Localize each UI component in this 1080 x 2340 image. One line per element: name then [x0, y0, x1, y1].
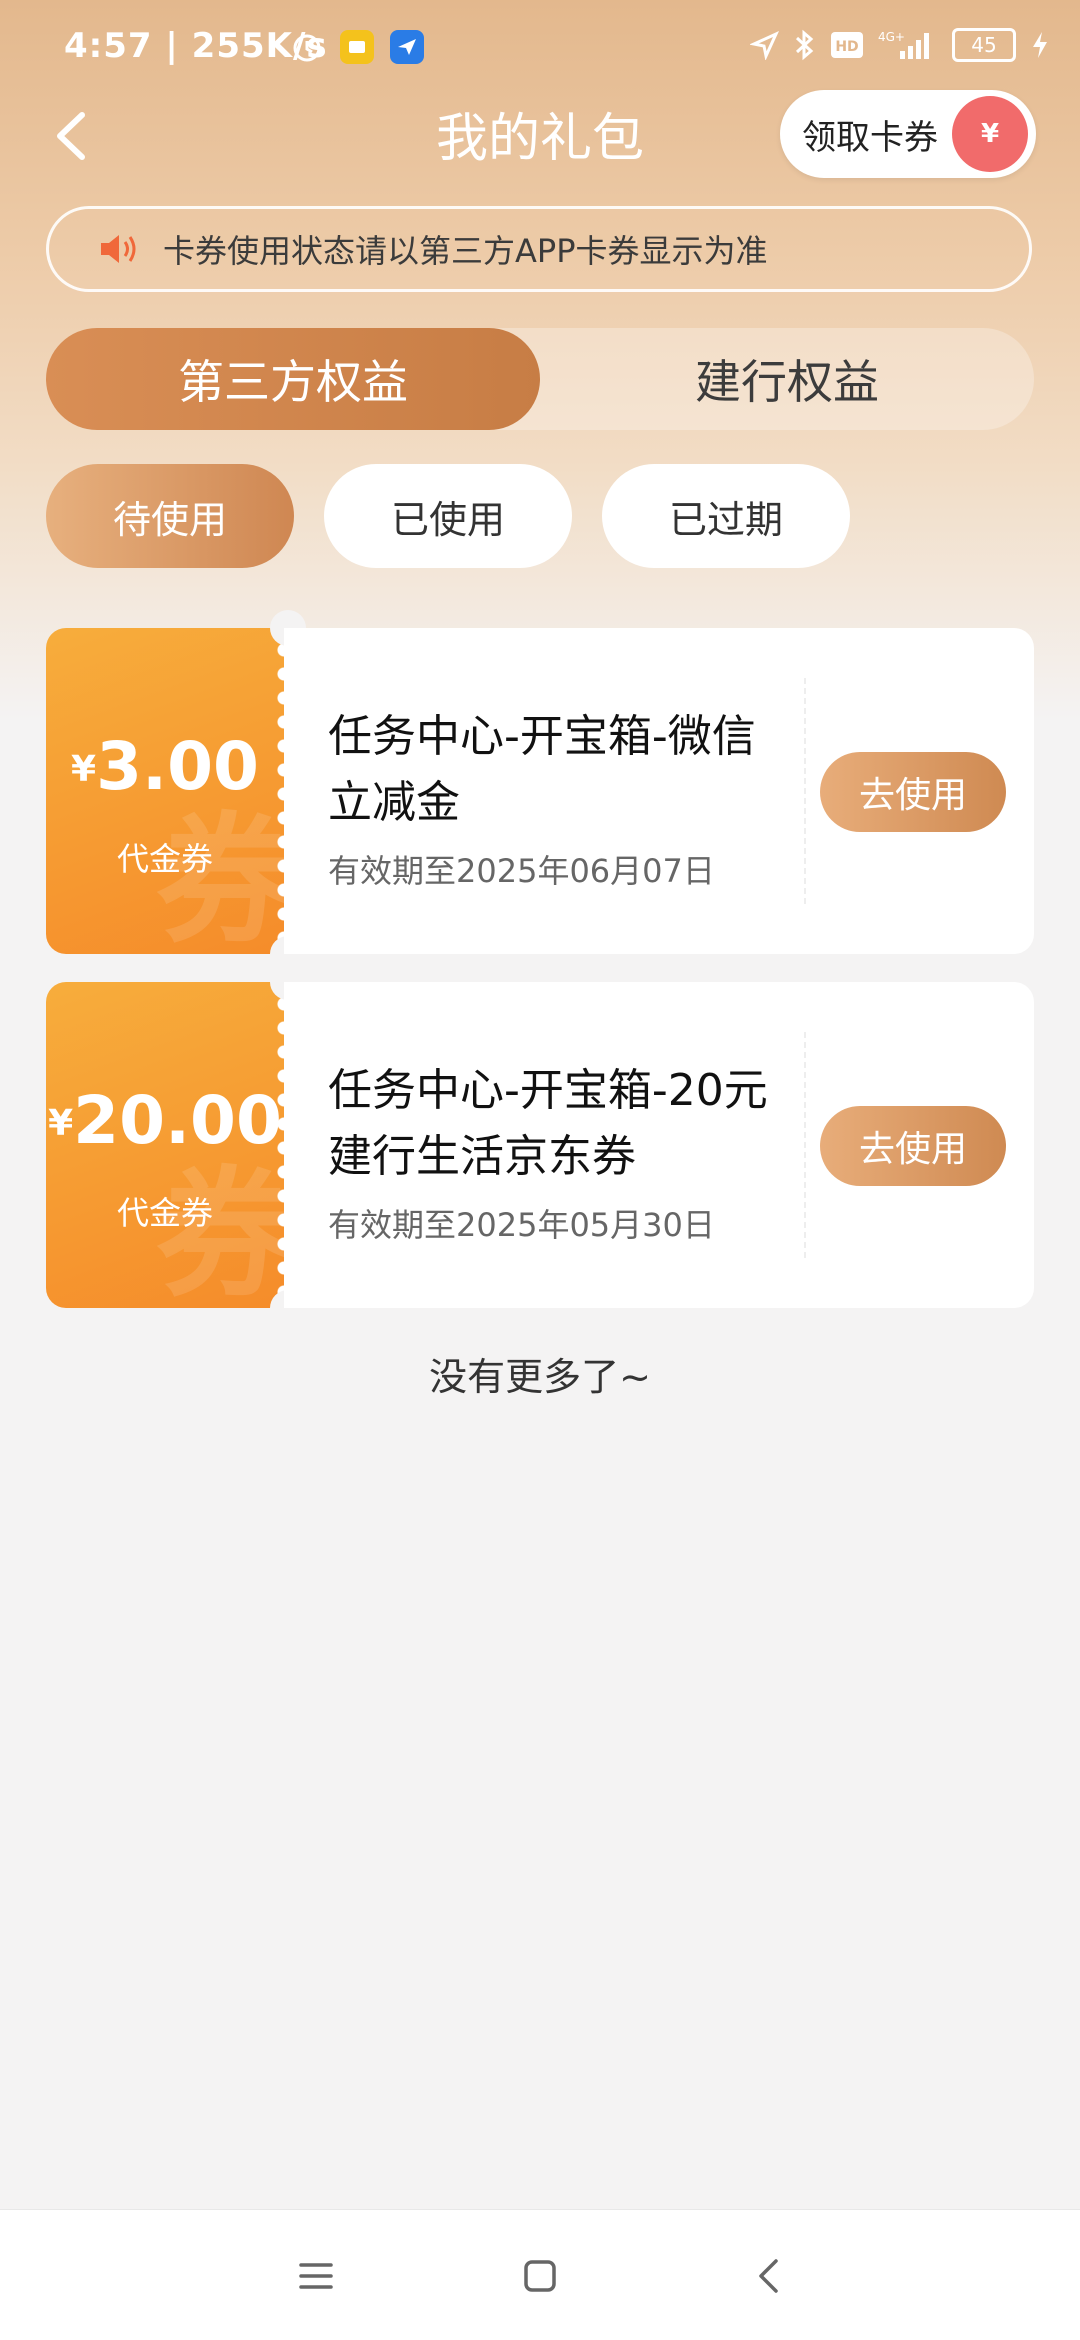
system-back-button[interactable] — [738, 2246, 798, 2306]
app-notification-icon — [340, 30, 374, 64]
status-filter-tabs: 待使用 已使用 已过期 — [46, 464, 850, 568]
coupon-value-panel: 券 ¥20.00 代金券 — [46, 982, 284, 1308]
no-more-text: 没有更多了~ — [429, 1355, 651, 1399]
bluetooth-icon — [795, 29, 814, 61]
claim-coupon-label: 领取卡券 — [802, 117, 938, 158]
system-icons: HD 4G+ 45 — [750, 28, 1050, 62]
main-tabs: 第三方权益 建行权益 — [46, 328, 1034, 430]
home-square-icon — [524, 2260, 556, 2292]
tab-third-party-benefits[interactable]: 第三方权益 — [46, 328, 540, 430]
coupon-card: 券 ¥20.00 代金券 任务中心-开宝箱-20元建行生活京东券 有效期至202… — [46, 964, 1034, 1326]
use-coupon-button[interactable]: 去使用 — [820, 752, 1006, 832]
filter-to-use[interactable]: 待使用 — [46, 464, 294, 568]
menu-icon — [299, 2263, 333, 2289]
use-coupon-button[interactable]: 去使用 — [820, 1106, 1006, 1186]
menu-button[interactable] — [286, 2246, 346, 2306]
battery-level: 45 — [971, 33, 997, 57]
coupon-name: 任务中心-开宝箱-微信立减金 — [328, 711, 756, 828]
currency-symbol: ¥ — [48, 1103, 74, 1144]
home-button[interactable] — [510, 2246, 570, 2306]
coupon-expiry: 有效期至2025年06月07日 — [328, 852, 715, 890]
status-bar: 4:57 | 255K/s HD 4G+ 45 — [0, 0, 1080, 96]
notice-text: 卡券使用状态请以第三方APP卡券显示为准 — [163, 232, 768, 270]
coupon-amount: 20.00 — [73, 1082, 282, 1159]
coupon-kind: 代金券 — [116, 1194, 213, 1232]
alarm-icon — [290, 30, 324, 64]
claim-coupon-button[interactable]: 领取卡券 ¥ — [780, 90, 1036, 178]
coupon-card: 券 ¥3.00 代金券 任务中心-开宝箱-微信立减金 有效期至2025年06月0… — [46, 610, 1034, 972]
system-navigation-bar — [0, 2209, 1080, 2340]
filter-expired[interactable]: 已过期 — [602, 464, 850, 568]
speaker-icon — [99, 227, 143, 271]
coupon-name: 任务中心-开宝箱-20元建行生活京东券 — [328, 1065, 768, 1182]
filter-used[interactable]: 已使用 — [324, 464, 572, 568]
svg-text:HD: HD — [835, 39, 858, 55]
coupon-expiry: 有效期至2025年05月30日 — [328, 1206, 715, 1244]
notification-icons — [290, 30, 424, 64]
svg-text:4G+: 4G+ — [878, 30, 905, 44]
signal-4g-icon: 4G+ — [878, 30, 929, 59]
coupon-value-panel: 券 ¥3.00 代金券 — [46, 628, 284, 954]
red-packet-icon: ¥ — [952, 96, 1028, 172]
coupon-info-panel: 任务中心-开宝箱-20元建行生活京东券 有效期至2025年05月30日 去使用 — [284, 982, 1034, 1308]
coupon-info-panel: 任务中心-开宝箱-微信立减金 有效期至2025年06月07日 去使用 — [284, 628, 1034, 954]
coupon-kind: 代金券 — [116, 840, 213, 878]
notice-banner: 卡券使用状态请以第三方APP卡券显示为准 — [46, 206, 1032, 292]
back-triangle-icon — [759, 2259, 778, 2293]
hd-icon: HD — [831, 32, 863, 58]
paper-plane-notification-icon — [390, 30, 424, 64]
tab-ccb-benefits[interactable]: 建行权益 — [540, 328, 1034, 430]
coupon-amount: 3.00 — [96, 728, 259, 805]
currency-symbol: ¥ — [71, 749, 97, 790]
status-time: 4:57 | 255K/s — [64, 26, 328, 66]
battery-indicator: 45 — [952, 28, 1016, 62]
location-icon — [750, 30, 780, 60]
charging-icon — [1033, 32, 1047, 58]
